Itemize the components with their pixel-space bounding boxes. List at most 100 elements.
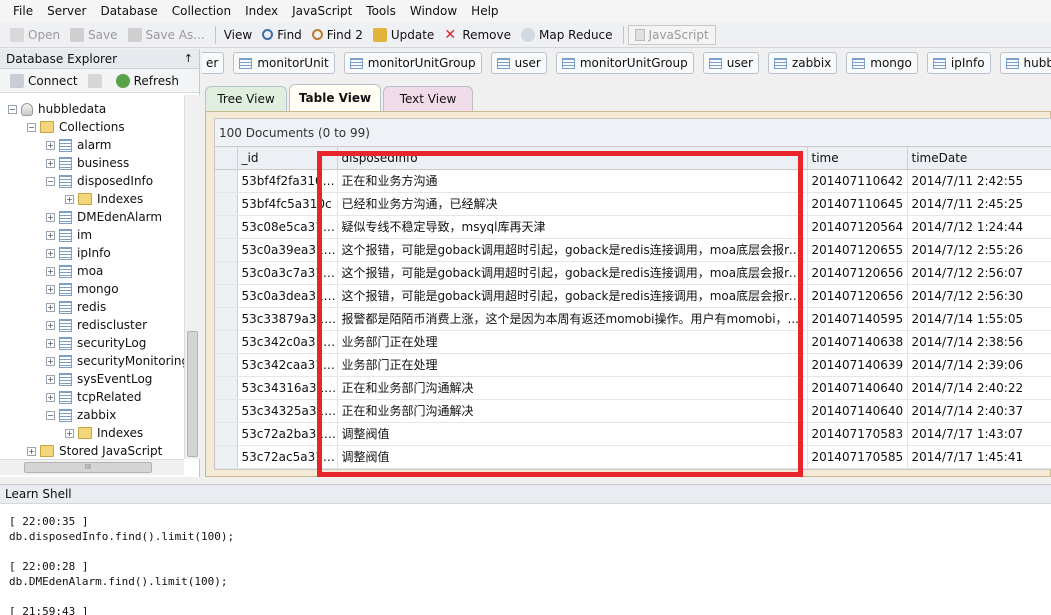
- tree-node-db[interactable]: − hubbledata: [8, 100, 106, 118]
- cell-disposedinfo[interactable]: 正在和业务部门沟通解决: [337, 376, 808, 400]
- cell-disposedinfo[interactable]: 正在和业务方沟通: [337, 169, 808, 193]
- database-tree[interactable]: − hubbledata − Collections + alarm + bus…: [0, 95, 184, 459]
- table-row[interactable]: 53c08e5ca3108 疑似专线不稳定导致，msyql库再天津 20140712…: [215, 215, 1051, 239]
- tree-node-indexes[interactable]: + Indexes: [65, 190, 143, 208]
- tree-node-collection[interactable]: + securityMonitoring: [46, 352, 184, 370]
- collapse-icon[interactable]: −: [27, 122, 36, 132]
- column-header-id[interactable]: _id: [237, 147, 338, 170]
- cell-id[interactable]: 53c342caa3108: [237, 353, 338, 377]
- cell-timedate[interactable]: 2014/7/12 1:24:44: [907, 215, 1051, 239]
- expand-icon[interactable]: +: [65, 428, 74, 438]
- cell-timedate[interactable]: 2014/7/12 2:56:30: [907, 284, 1051, 308]
- connect-button[interactable]: Connect: [6, 70, 82, 92]
- cell-timedate[interactable]: 2014/7/11 2:42:55: [907, 169, 1051, 193]
- row-header[interactable]: [215, 284, 238, 308]
- scroll-thumb[interactable]: [187, 331, 198, 457]
- cell-time[interactable]: 201407110645: [807, 192, 908, 216]
- view-button[interactable]: View: [220, 24, 256, 46]
- cell-time[interactable]: 201407120655: [807, 238, 908, 262]
- collection-tab[interactable]: zabbix: [767, 52, 838, 74]
- expand-icon[interactable]: +: [46, 374, 55, 384]
- collection-tab[interactable]: ipInfo: [926, 52, 991, 74]
- tab-table-view[interactable]: Table View: [289, 84, 381, 111]
- collapse-icon[interactable]: −: [8, 104, 17, 114]
- expand-icon[interactable]: +: [46, 248, 55, 258]
- cell-time[interactable]: 201407140639: [807, 353, 908, 377]
- row-header[interactable]: [215, 192, 238, 216]
- cell-id[interactable]: 53c0a3dea3108: [237, 284, 338, 308]
- expand-icon[interactable]: +: [46, 140, 55, 150]
- tree-vertical-scrollbar[interactable]: [184, 95, 200, 459]
- row-header[interactable]: [215, 376, 238, 400]
- cell-time[interactable]: 201407140640: [807, 376, 908, 400]
- update-button[interactable]: Update: [369, 24, 438, 46]
- cell-timedate[interactable]: 2014/7/17 1:45:41: [907, 445, 1051, 469]
- cell-timedate[interactable]: 2014/7/12 2:56:07: [907, 261, 1051, 285]
- table-row[interactable]: 53bf4f2fa310c7 正在和业务方沟通 201407110642 2014/7…: [215, 169, 1051, 193]
- tree-node-collection[interactable]: + sysEventLog: [46, 370, 152, 388]
- table-row[interactable]: 53c342c0a3108 业务部门正在处理 201407140638 2014/7/…: [215, 330, 1051, 354]
- row-header[interactable]: [215, 330, 238, 354]
- menu-help[interactable]: Help: [464, 0, 505, 22]
- menu-index[interactable]: Index: [238, 0, 285, 22]
- refresh-button[interactable]: Refresh: [112, 70, 183, 92]
- table-row[interactable]: 53c34316a3108 正在和业务部门沟通解决 201407140640 2014…: [215, 376, 1051, 400]
- cell-time[interactable]: 201407140640: [807, 399, 908, 423]
- cell-disposedinfo[interactable]: 已经和业务方沟通，已经解决: [337, 192, 808, 216]
- table-row[interactable]: 53bf4fc5a310c 已经和业务方沟通，已经解决 201407110645 20…: [215, 192, 1051, 216]
- save-as-button[interactable]: Save As...: [124, 24, 209, 46]
- row-header[interactable]: [215, 422, 238, 446]
- tree-node-collection[interactable]: + ipInfo: [46, 244, 111, 262]
- expand-icon[interactable]: +: [46, 212, 55, 222]
- table-row[interactable]: 53c0a3c7a3108 这个报错，可能是goback调用超时引起，goback…: [215, 261, 1051, 285]
- menu-server[interactable]: Server: [40, 0, 93, 22]
- collection-tab[interactable]: monitorUnitGroup: [555, 52, 694, 74]
- save-button[interactable]: Save: [66, 24, 121, 46]
- tree-node-collection[interactable]: − disposedInfo: [46, 172, 153, 190]
- cell-id[interactable]: 53c34316a3108: [237, 376, 338, 400]
- tab-text-view[interactable]: Text View: [383, 86, 473, 111]
- cell-id[interactable]: 53bf4f2fa310c7: [237, 169, 338, 193]
- tree-node-collection[interactable]: + DMEdenAlarm: [46, 208, 162, 226]
- expand-icon[interactable]: +: [46, 320, 55, 330]
- menu-collection[interactable]: Collection: [165, 0, 238, 22]
- collection-tab[interactable]: er: [202, 52, 225, 74]
- tree-node-stored-js[interactable]: + Stored JavaScript: [27, 442, 162, 459]
- expand-icon[interactable]: +: [46, 158, 55, 168]
- tree-node-collection[interactable]: + tcpRelated: [46, 388, 142, 406]
- cell-id[interactable]: 53c0a39ea3108: [237, 238, 338, 262]
- expand-icon[interactable]: +: [46, 338, 55, 348]
- row-header[interactable]: [215, 307, 238, 331]
- collection-tab[interactable]: user: [702, 52, 759, 74]
- cell-id[interactable]: 53c08e5ca3108: [237, 215, 338, 239]
- find-button[interactable]: Find: [258, 24, 306, 46]
- tree-horizontal-scrollbar[interactable]: III: [0, 459, 184, 475]
- open-button[interactable]: Open: [6, 24, 64, 46]
- menu-file[interactable]: File: [6, 0, 40, 22]
- row-header[interactable]: [215, 215, 238, 239]
- tree-node-collection[interactable]: + alarm: [46, 136, 111, 154]
- cell-disposedinfo[interactable]: 这个报错，可能是goback调用超时引起，goback是redis连接调用，mo…: [337, 284, 808, 308]
- cell-timedate[interactable]: 2014/7/11 2:45:25: [907, 192, 1051, 216]
- table-row[interactable]: 53c0a3dea3108 这个报错，可能是goback调用超时引起，goback…: [215, 284, 1051, 308]
- expand-icon[interactable]: +: [27, 446, 36, 456]
- cell-time[interactable]: 201407120564: [807, 215, 908, 239]
- cell-time[interactable]: 201407120656: [807, 284, 908, 308]
- row-header[interactable]: [215, 399, 238, 423]
- cell-disposedinfo[interactable]: 业务部门正在处理: [337, 353, 808, 377]
- table-row[interactable]: 53c342caa3108 业务部门正在处理 201407140639 2014/7/…: [215, 353, 1051, 377]
- cell-time[interactable]: 201407110642: [807, 169, 908, 193]
- scroll-thumb[interactable]: III: [24, 462, 152, 473]
- javascript-button[interactable]: JavaScript: [627, 24, 716, 45]
- cell-disposedinfo[interactable]: 这个报错，可能是goback调用超时引起，goback是redis连接调用，mo…: [337, 238, 808, 262]
- table-row[interactable]: 53c33879a3108 报警都是陌陌币消费上涨，这个是因为本周有返还momob…: [215, 307, 1051, 331]
- tree-node-collection[interactable]: + mongo: [46, 280, 119, 298]
- row-header[interactable]: [215, 261, 238, 285]
- cell-time[interactable]: 201407120656: [807, 261, 908, 285]
- tree-node-collection[interactable]: + im: [46, 226, 92, 244]
- tree-node-collection[interactable]: + business: [46, 154, 129, 172]
- collection-tab[interactable]: hubbledata: [999, 52, 1051, 74]
- expand-icon[interactable]: +: [65, 194, 74, 204]
- cell-timedate[interactable]: 2014/7/14 1:55:05: [907, 307, 1051, 331]
- menu-database[interactable]: Database: [93, 0, 164, 22]
